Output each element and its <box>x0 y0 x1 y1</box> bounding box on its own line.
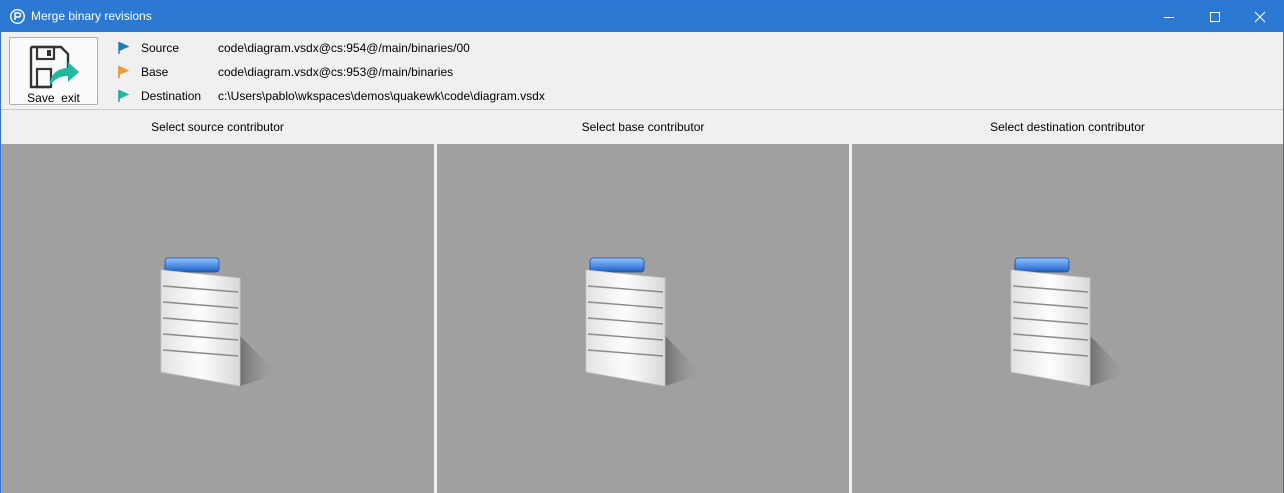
source-panel-header[interactable]: Select source contributor <box>1 111 434 144</box>
base-contributor-panel[interactable]: Select base contributor <box>437 111 849 493</box>
source-value: code\diagram.vsdx@cs:954@/main/binaries/… <box>218 41 470 55</box>
destination-panel-body[interactable] <box>852 144 1283 493</box>
destination-label: Destination <box>141 89 202 103</box>
source-contributor-panel[interactable]: Select source contributor <box>1 111 434 493</box>
document-placeholder-icon <box>585 257 703 386</box>
merge-window: Merge binary revisions Save exit Source … <box>0 0 1284 493</box>
maximize-icon <box>1210 11 1220 22</box>
close-button[interactable] <box>1237 1 1283 32</box>
base-revision-row: Base code\diagram.vsdx@cs:953@/main/bina… <box>118 62 1018 82</box>
minimize-button[interactable] <box>1146 1 1192 32</box>
title-bar[interactable]: Merge binary revisions <box>1 1 1283 32</box>
base-value: code\diagram.vsdx@cs:953@/main/binaries <box>218 65 454 79</box>
window-title: Merge binary revisions <box>31 9 152 23</box>
destination-revision-row: Destination c:\Users\pablo\wkspaces\demo… <box>118 86 1018 106</box>
destination-flag-icon <box>118 90 130 102</box>
destination-value: c:\Users\pablo\wkspaces\demos\quakewk\co… <box>218 89 545 103</box>
destination-contributor-panel[interactable]: Select destination contributor <box>852 111 1283 493</box>
base-flag-icon <box>118 66 130 78</box>
maximize-button[interactable] <box>1192 1 1238 32</box>
base-panel-header[interactable]: Select base contributor <box>437 111 849 144</box>
save-exit-label: Save exit <box>27 91 80 105</box>
app-logo-icon <box>10 9 25 24</box>
toolbar: Save exit Source code\diagram.vsdx@cs:95… <box>1 32 1283 110</box>
base-label: Base <box>141 65 169 79</box>
source-label: Source <box>141 41 180 55</box>
base-panel-body[interactable] <box>437 144 849 493</box>
source-flag-icon <box>118 42 130 54</box>
document-placeholder-icon <box>1010 257 1128 386</box>
save-exit-icon <box>29 45 79 89</box>
source-panel-body[interactable] <box>1 144 434 493</box>
save-exit-button[interactable]: Save exit <box>9 37 98 105</box>
source-revision-row: Source code\diagram.vsdx@cs:954@/main/bi… <box>118 38 1018 58</box>
document-placeholder-icon <box>160 257 278 386</box>
minimize-icon <box>1164 16 1174 18</box>
destination-panel-header[interactable]: Select destination contributor <box>852 111 1283 144</box>
close-icon <box>1254 11 1266 22</box>
